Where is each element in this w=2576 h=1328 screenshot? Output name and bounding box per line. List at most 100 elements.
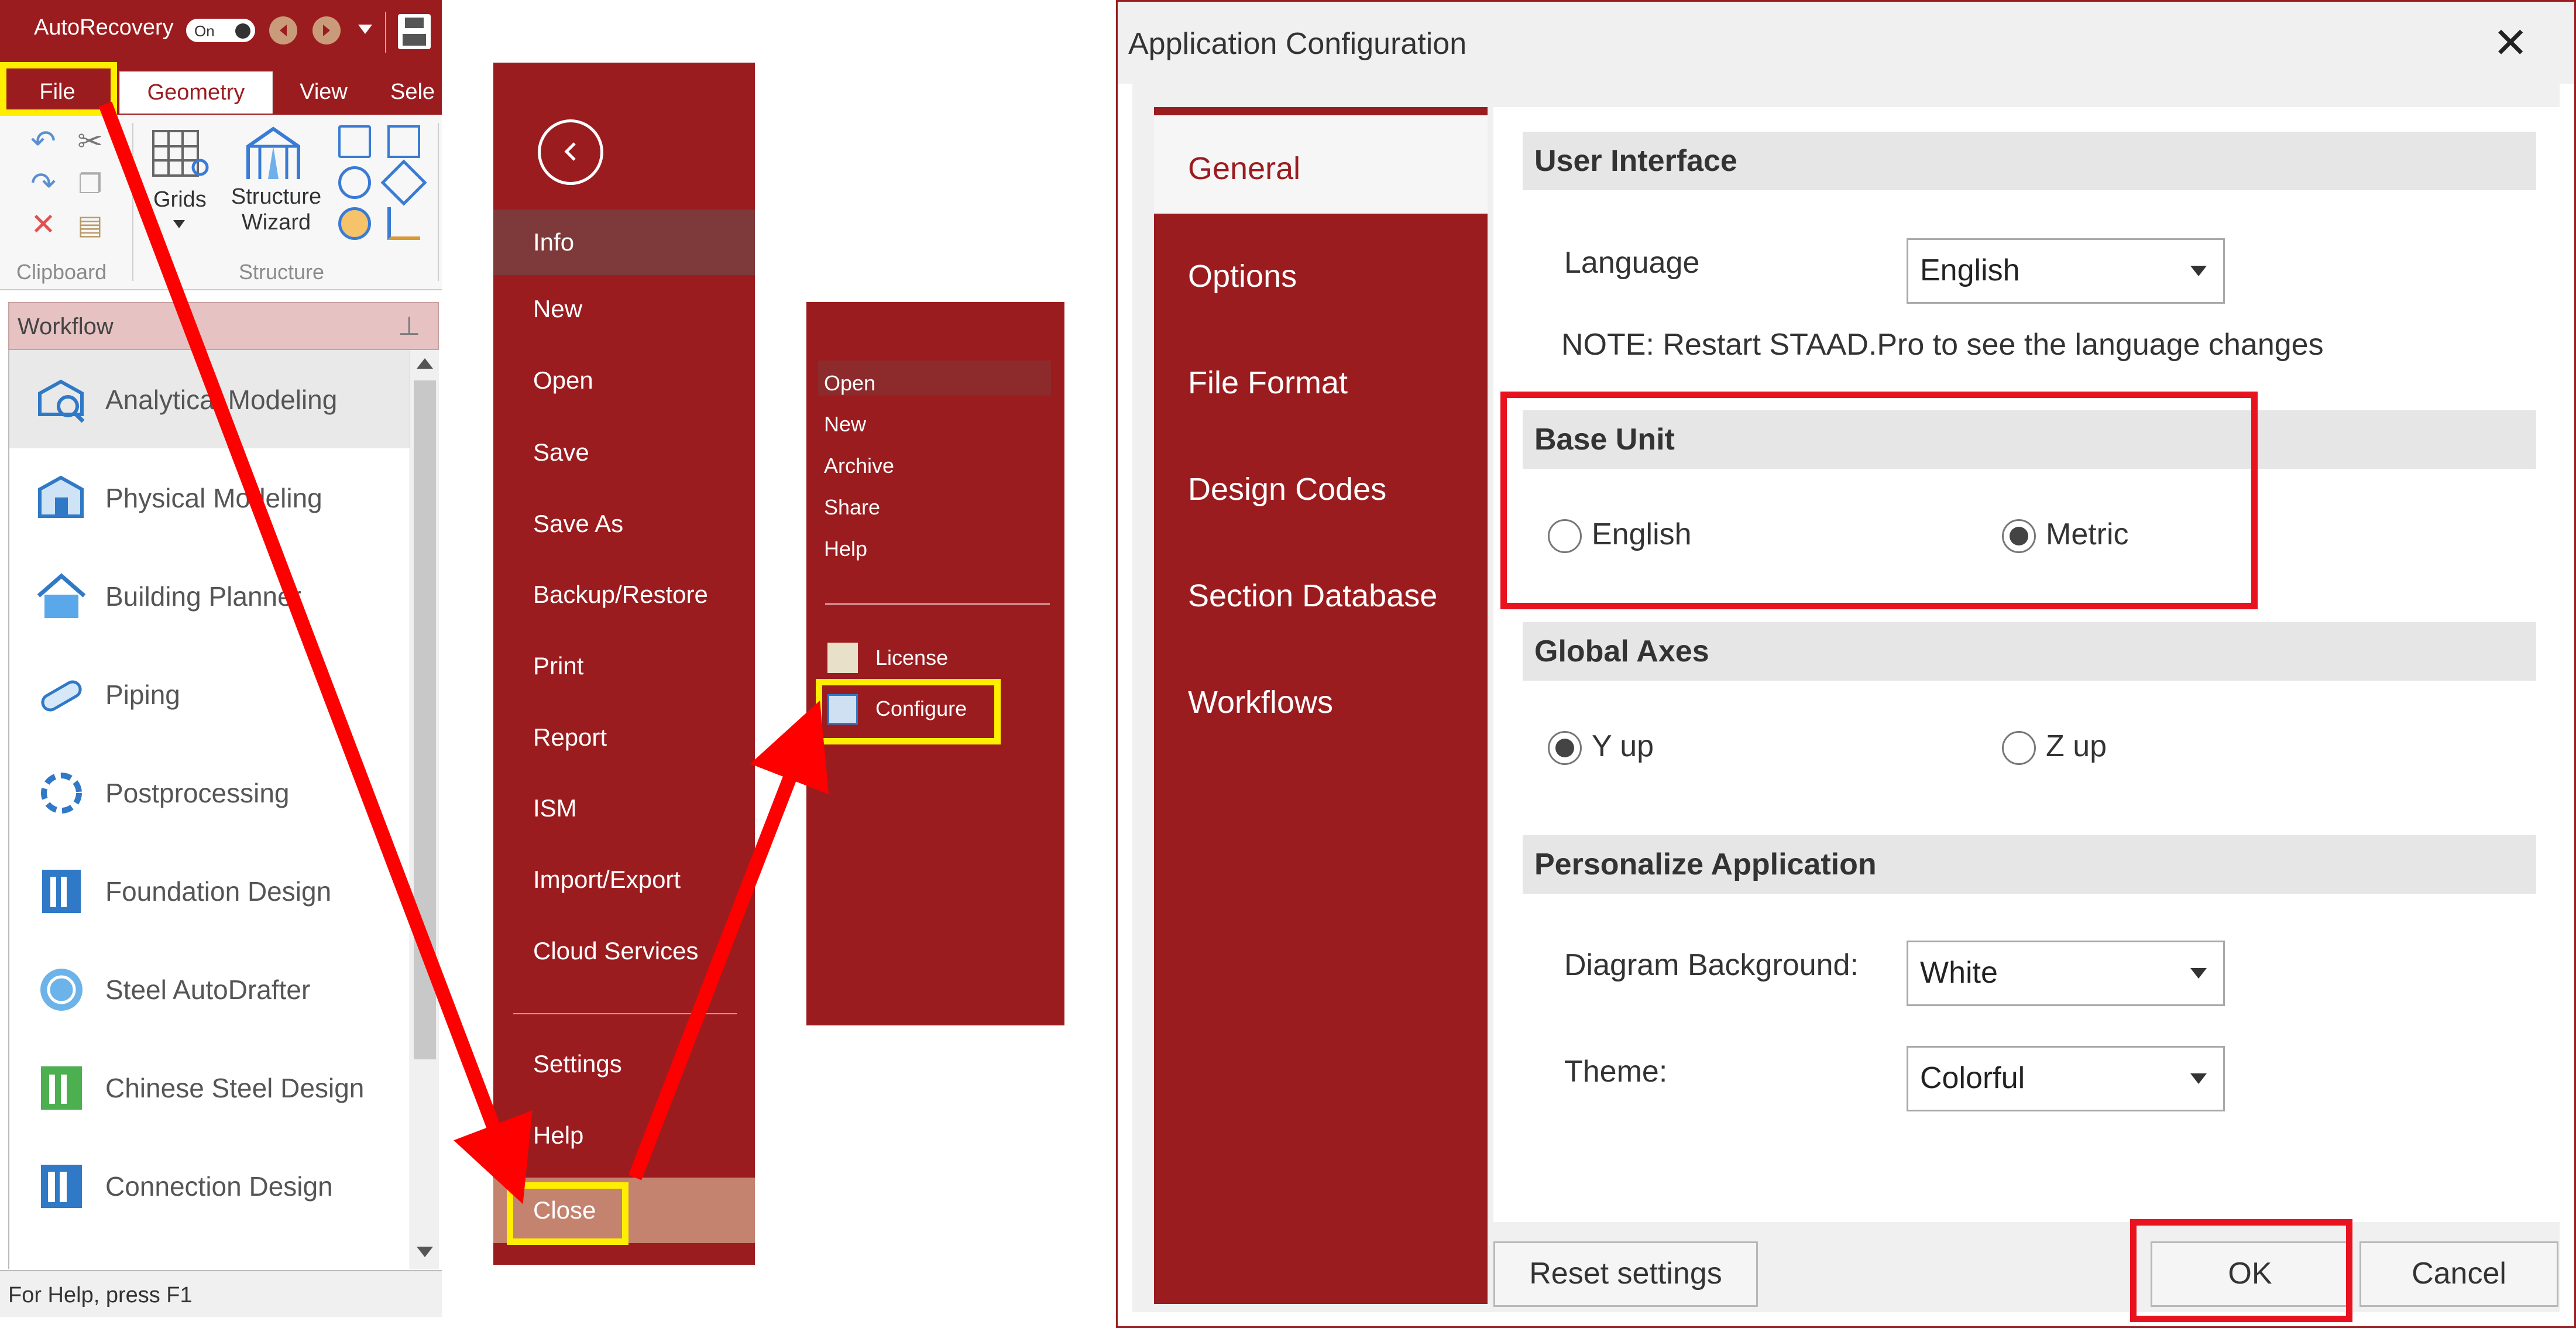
submenu-item-new[interactable]: New bbox=[824, 412, 866, 437]
close-icon[interactable]: ✕ bbox=[2493, 18, 2528, 67]
nav-options[interactable]: Options bbox=[1154, 223, 1488, 330]
structure-wizard-icon[interactable] bbox=[242, 123, 304, 184]
pin-icon[interactable]: ⊥ bbox=[398, 311, 420, 341]
reset-settings-button[interactable]: Reset settings bbox=[1493, 1241, 1758, 1307]
grids-label: Grids bbox=[153, 187, 207, 212]
delete-icon[interactable]: ✕ bbox=[26, 207, 61, 242]
chinese-steel-design-icon bbox=[35, 1062, 88, 1114]
settings-content: User Interface Language English NOTE: Re… bbox=[1493, 107, 2560, 1222]
workflow-scrollbar[interactable] bbox=[410, 350, 439, 1269]
circular-repeat-icon[interactable] bbox=[338, 166, 371, 199]
back-button[interactable] bbox=[538, 119, 603, 185]
file-tab-highlight bbox=[0, 62, 117, 116]
paste-icon[interactable]: ▤ bbox=[73, 207, 108, 242]
workflow-item-label: Chinese Steel Design bbox=[105, 1073, 365, 1103]
frame-icon[interactable] bbox=[387, 125, 420, 158]
backstage-item-open[interactable]: Open bbox=[493, 348, 755, 413]
undo-history-icon[interactable] bbox=[269, 16, 297, 44]
scroll-up-icon[interactable] bbox=[417, 358, 433, 369]
backstage-divider bbox=[513, 1013, 737, 1014]
submenu-item-license[interactable]: License bbox=[875, 646, 948, 670]
copy-icon[interactable]: ❐ bbox=[73, 166, 108, 201]
submenu-item-share[interactable]: Share bbox=[824, 495, 880, 520]
axes-y-up-label: Y up bbox=[1592, 729, 1654, 763]
theme-label: Theme: bbox=[1564, 1055, 1668, 1089]
axes-z-up-label: Z up bbox=[2046, 729, 2107, 763]
workflow-item-analytical-modeling[interactable]: Analytical Modeling bbox=[9, 350, 411, 448]
diagram-background-value: White bbox=[1920, 956, 1998, 990]
tab-select[interactable]: Sele bbox=[380, 71, 445, 114]
cut-icon[interactable]: ✂ bbox=[73, 124, 108, 159]
nav-design-codes[interactable]: Design Codes bbox=[1154, 436, 1488, 543]
grids-icon[interactable] bbox=[149, 123, 211, 186]
workflow-item-foundation-design[interactable]: Foundation Design bbox=[9, 842, 411, 940]
workflow-item-connection-design[interactable]: Connection Design bbox=[9, 1137, 411, 1235]
workflow-item-label: Physical Modeling bbox=[105, 483, 322, 513]
section-global-axes: Global Axes bbox=[1523, 622, 2536, 681]
grids-dropdown-icon[interactable] bbox=[173, 220, 185, 228]
workflow-item-building-planner[interactable]: Building Planner bbox=[9, 547, 411, 645]
structure-wizard-label: Structure Wizard bbox=[231, 184, 322, 235]
undo-icon[interactable]: ↶ bbox=[26, 124, 61, 159]
quick-access-dropdown-icon[interactable] bbox=[358, 25, 372, 34]
backstage-item-report[interactable]: Report bbox=[493, 705, 755, 770]
backstage-item-settings[interactable]: Settings bbox=[493, 1031, 755, 1097]
workflow-item-piping[interactable]: Piping bbox=[9, 645, 411, 743]
scroll-down-icon[interactable] bbox=[417, 1247, 433, 1257]
node-icon[interactable] bbox=[338, 207, 371, 240]
beam-table-icon[interactable] bbox=[338, 125, 371, 158]
workflow-item-steel-autodrafter[interactable]: Steel AutoDrafter bbox=[9, 940, 411, 1038]
backstage-item-info[interactable]: Info bbox=[493, 210, 755, 275]
backstage-item-print[interactable]: Print bbox=[493, 633, 755, 699]
diagram-background-select[interactable]: White bbox=[1907, 941, 2225, 1006]
radio-axes-y-up[interactable] bbox=[1548, 731, 1582, 765]
dimension-icon[interactable] bbox=[387, 207, 420, 240]
redo-icon[interactable]: ↷ bbox=[26, 166, 61, 201]
license-icon bbox=[827, 643, 858, 673]
workflow-item-label: Piping bbox=[105, 680, 180, 710]
workflow-item-postprocessing[interactable]: Postprocessing bbox=[9, 743, 411, 842]
language-select[interactable]: English bbox=[1907, 238, 2225, 304]
close-highlight bbox=[507, 1182, 628, 1245]
tab-geometry[interactable]: Geometry bbox=[119, 71, 273, 114]
backstage-item-save[interactable]: Save bbox=[493, 420, 755, 485]
nav-workflows[interactable]: Workflows bbox=[1154, 649, 1488, 756]
submenu-item-open[interactable]: Open bbox=[824, 371, 875, 396]
workflow-title: Workflow bbox=[18, 314, 114, 339]
theme-select[interactable]: Colorful bbox=[1907, 1046, 2225, 1111]
save-icon[interactable] bbox=[398, 14, 431, 49]
autorecovery-toggle[interactable]: On bbox=[186, 19, 255, 42]
tab-view[interactable]: View bbox=[274, 71, 373, 114]
backstage-item-import-export[interactable]: Import/Export bbox=[493, 847, 755, 912]
radio-axes-z-up[interactable] bbox=[2002, 731, 2036, 765]
file-backstage-menu: Info New Open Save Save As Backup/Restor… bbox=[493, 63, 755, 1265]
backstage-item-save-as[interactable]: Save As bbox=[493, 491, 755, 557]
backstage-item-new[interactable]: New bbox=[493, 276, 755, 342]
nav-section-database[interactable]: Section Database bbox=[1154, 543, 1488, 649]
language-note: NOTE: Restart STAAD.Pro to see the langu… bbox=[1561, 328, 2324, 362]
clipboard-group-label: Clipboard bbox=[16, 260, 107, 284]
submenu-item-archive[interactable]: Archive bbox=[824, 454, 894, 478]
chevron-down-icon bbox=[2190, 266, 2207, 276]
backstage-item-ism[interactable]: ISM bbox=[493, 775, 755, 841]
backstage-item-backup-restore[interactable]: Backup/Restore bbox=[493, 562, 755, 627]
workflow-item-label: Steel AutoDrafter bbox=[105, 974, 311, 1005]
workflow-item-physical-modeling[interactable]: Physical Modeling bbox=[9, 448, 411, 547]
backstage-submenu: Open New Archive Share Help License Conf… bbox=[806, 302, 1064, 1025]
cancel-button[interactable]: Cancel bbox=[2359, 1241, 2558, 1307]
backstage-item-help[interactable]: Help bbox=[493, 1103, 755, 1168]
language-label: Language bbox=[1564, 246, 1700, 280]
submenu-item-help[interactable]: Help bbox=[824, 537, 867, 561]
workflow-item-chinese-steel-design[interactable]: Chinese Steel Design bbox=[9, 1038, 411, 1137]
autorecovery-toggle-text: On bbox=[194, 22, 215, 40]
analytical-modeling-icon bbox=[35, 373, 88, 426]
backstage-item-cloud-services[interactable]: Cloud Services bbox=[493, 918, 755, 984]
plate-icon[interactable] bbox=[380, 159, 427, 206]
redo-history-icon[interactable] bbox=[312, 16, 341, 44]
ok-button-highlight bbox=[2130, 1219, 2352, 1322]
dialog-title: Application Configuration bbox=[1128, 27, 1467, 61]
nav-general[interactable]: General bbox=[1154, 107, 1488, 214]
foundation-design-icon bbox=[35, 865, 88, 918]
scroll-thumb[interactable] bbox=[414, 380, 436, 1059]
nav-file-format[interactable]: File Format bbox=[1154, 330, 1488, 436]
